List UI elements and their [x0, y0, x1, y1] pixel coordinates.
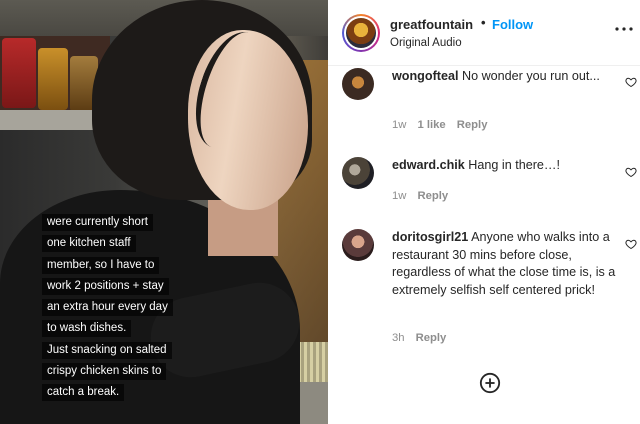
comment-time: 1w [392, 190, 407, 202]
heart-icon[interactable] [625, 76, 637, 88]
avatar-image [346, 18, 376, 48]
comment-time: 3h [392, 332, 405, 344]
caption-line: member, so I have to [42, 256, 160, 274]
commenter-avatar[interactable] [342, 157, 374, 189]
caption-line: catch a break. [42, 384, 125, 402]
comment-body: No wonder you run out... [461, 69, 600, 83]
author-username[interactable]: greatfountain [390, 17, 473, 32]
comment-text-block: doritosgirl21 Anyone who walks into a re… [392, 229, 620, 299]
commenter-avatar[interactable] [342, 68, 374, 100]
reply-button[interactable]: Reply [417, 190, 448, 202]
post-header: greatfountain • Follow Original Audio [328, 0, 640, 66]
caption-line: work 2 positions + stay [42, 277, 169, 295]
commenter-avatar[interactable] [342, 229, 374, 261]
commenter-username[interactable]: doritosgirl21 [392, 230, 468, 244]
reel-video[interactable]: were currently short one kitchen staff m… [0, 0, 328, 424]
caption-line: Just snacking on salted [42, 341, 172, 359]
comment-meta: 1w Reply [392, 190, 459, 202]
comment-meta: 3h Reply [392, 332, 457, 344]
comment-text-block: edward.chik Hang in there…! [392, 157, 620, 175]
comments-panel: greatfountain • Follow Original Audio wo… [328, 0, 640, 424]
comment-time: 1w [392, 119, 407, 131]
reply-button[interactable]: Reply [416, 332, 447, 344]
commenter-username[interactable]: edward.chik [392, 158, 465, 172]
caption-line: one kitchen staff [42, 235, 136, 253]
comment-body: Hang in there…! [468, 158, 561, 172]
caption-line: an extra hour every day [42, 299, 173, 317]
caption-line: were currently short [42, 214, 153, 231]
profile-avatar[interactable] [342, 14, 380, 52]
video-caption: were currently short one kitchen staff m… [42, 212, 242, 404]
add-circle-icon[interactable] [479, 372, 501, 394]
comment-likes[interactable]: 1 like [417, 119, 445, 131]
comment-meta: 1w 1 like Reply [392, 119, 498, 131]
heart-icon[interactable] [625, 238, 637, 250]
audio-label[interactable]: Original Audio [390, 37, 462, 49]
separator-dot: • [481, 15, 486, 30]
comment-text-block: wongofteal No wonder you run out... [392, 68, 620, 86]
caption-line: to wash dishes. [42, 320, 132, 338]
background-can [2, 38, 36, 108]
heart-icon[interactable] [625, 166, 637, 178]
background-can [38, 48, 68, 110]
follow-button[interactable]: Follow [492, 17, 533, 32]
more-options-icon[interactable] [614, 24, 634, 34]
reply-button[interactable]: Reply [457, 119, 488, 131]
commenter-username[interactable]: wongofteal [392, 69, 458, 83]
caption-line: crispy chicken skins to [42, 363, 167, 381]
